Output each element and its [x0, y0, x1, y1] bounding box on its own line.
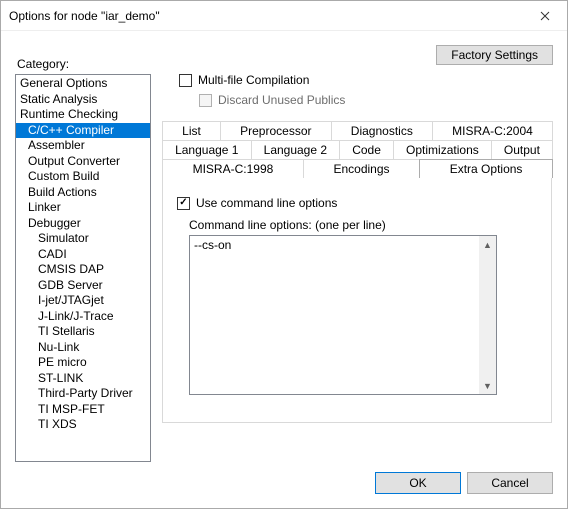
- tab-diagnostics[interactable]: Diagnostics: [331, 121, 433, 140]
- multifile-compilation-label: Multi-file Compilation: [198, 73, 309, 87]
- category-item[interactable]: TI XDS: [16, 417, 150, 433]
- category-label: Category:: [17, 57, 151, 71]
- tab-misra-c-1998[interactable]: MISRA-C:1998: [162, 159, 304, 178]
- ok-button[interactable]: OK: [375, 472, 461, 494]
- tab-preprocessor[interactable]: Preprocessor: [220, 121, 332, 140]
- close-icon: [540, 11, 550, 21]
- options-dialog: Options for node "iar_demo" Category: Ge…: [0, 0, 568, 509]
- window-title: Options for node "iar_demo": [9, 9, 523, 23]
- cmdline-options-textarea[interactable]: [190, 236, 479, 394]
- category-item[interactable]: ST-LINK: [16, 371, 150, 387]
- category-item[interactable]: Build Actions: [16, 185, 150, 201]
- category-item[interactable]: Custom Build: [16, 169, 150, 185]
- category-item[interactable]: J-Link/J-Trace: [16, 309, 150, 325]
- category-item[interactable]: Linker: [16, 200, 150, 216]
- cmdline-options-label: Command line options: (one per line): [189, 218, 537, 232]
- category-item[interactable]: C/C++ Compiler: [16, 123, 150, 139]
- category-item[interactable]: Simulator: [16, 231, 150, 247]
- tab-list[interactable]: List: [162, 121, 221, 140]
- category-list[interactable]: General OptionsStatic AnalysisRuntime Ch…: [15, 74, 151, 462]
- discard-unused-checkbox: Discard Unused Publics: [199, 93, 553, 107]
- titlebar: Options for node "iar_demo": [1, 1, 567, 31]
- checkbox-icon: [177, 197, 190, 210]
- tab-panel-extra-options: Use command line options Command line op…: [162, 177, 552, 423]
- close-button[interactable]: [523, 1, 567, 30]
- use-cmdline-checkbox[interactable]: Use command line options: [177, 196, 537, 210]
- tab-language-2[interactable]: Language 2: [251, 140, 341, 159]
- category-item[interactable]: I-jet/JTAGjet: [16, 293, 150, 309]
- tab-misra-c-2004[interactable]: MISRA-C:2004: [432, 121, 553, 140]
- use-cmdline-label: Use command line options: [196, 196, 337, 210]
- tab-code[interactable]: Code: [339, 140, 394, 159]
- category-item[interactable]: General Options: [16, 76, 150, 92]
- dialog-footer: OK Cancel: [15, 462, 553, 502]
- tab-output[interactable]: Output: [491, 140, 553, 159]
- category-item[interactable]: CMSIS DAP: [16, 262, 150, 278]
- category-item[interactable]: Static Analysis: [16, 92, 150, 108]
- multifile-compilation-checkbox[interactable]: Multi-file Compilation: [179, 73, 553, 87]
- checkbox-icon: [179, 74, 192, 87]
- tab-extra-options[interactable]: Extra Options: [419, 159, 553, 178]
- category-item[interactable]: PE micro: [16, 355, 150, 371]
- cmdline-options-field[interactable]: ▲ ▼: [189, 235, 497, 395]
- category-item[interactable]: TI Stellaris: [16, 324, 150, 340]
- category-item[interactable]: Nu-Link: [16, 340, 150, 356]
- category-item[interactable]: Runtime Checking: [16, 107, 150, 123]
- cancel-button[interactable]: Cancel: [467, 472, 553, 494]
- scroll-up-icon[interactable]: ▲: [479, 236, 496, 253]
- discard-unused-label: Discard Unused Publics: [218, 93, 345, 107]
- category-item[interactable]: Debugger: [16, 216, 150, 232]
- scrollbar[interactable]: ▲ ▼: [479, 236, 496, 394]
- tabs: ListPreprocessorDiagnosticsMISRA-C:2004 L…: [161, 119, 553, 424]
- category-item[interactable]: Assembler: [16, 138, 150, 154]
- scroll-down-icon[interactable]: ▼: [479, 377, 496, 394]
- category-item[interactable]: Third-Party Driver: [16, 386, 150, 402]
- tab-language-1[interactable]: Language 1: [162, 140, 252, 159]
- category-item[interactable]: GDB Server: [16, 278, 150, 294]
- tab-encodings[interactable]: Encodings: [303, 159, 420, 178]
- factory-settings-button[interactable]: Factory Settings: [436, 45, 553, 65]
- category-item[interactable]: CADI: [16, 247, 150, 263]
- category-item[interactable]: Output Converter: [16, 154, 150, 170]
- tab-optimizations[interactable]: Optimizations: [393, 140, 492, 159]
- category-item[interactable]: TI MSP-FET: [16, 402, 150, 418]
- checkbox-icon: [199, 94, 212, 107]
